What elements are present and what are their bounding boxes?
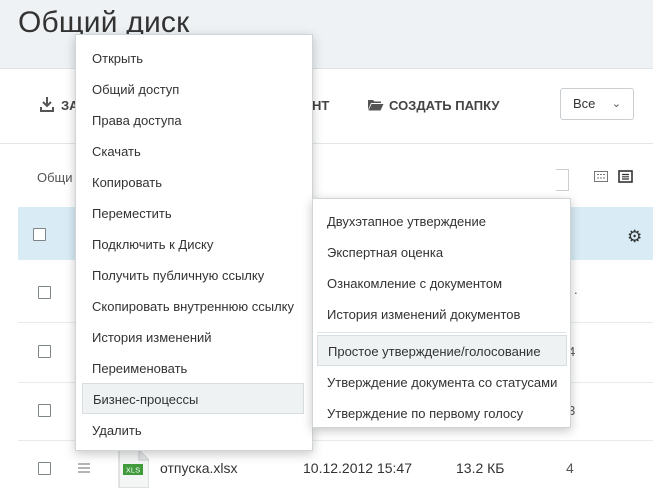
file-name[interactable]: отпуска.xlsx xyxy=(160,460,238,476)
filter-select-value: Все xyxy=(573,96,596,111)
submenu-item-document-review[interactable]: Ознакомление с документом xyxy=(313,268,570,299)
gear-icon[interactable]: ⚙ xyxy=(627,227,642,247)
list-view-icon[interactable] xyxy=(618,170,633,183)
menu-item-label: История изменений xyxy=(92,330,212,345)
submenu-item-label: Экспертная оценка xyxy=(327,245,444,260)
submenu-divider xyxy=(317,332,566,333)
business-process-submenu: Двухэтапное утверждение Экспертная оценк… xyxy=(312,198,571,428)
row-checkbox[interactable] xyxy=(38,345,51,358)
submenu-item-label: Утверждение по первому голосу xyxy=(327,406,524,421)
menu-item-rename[interactable]: Переименовать xyxy=(76,353,312,384)
menu-item-delete[interactable]: Удалить xyxy=(76,415,312,446)
menu-item-share[interactable]: Общий доступ xyxy=(76,74,312,105)
submenu-item-status-approval[interactable]: Утверждение документа со статусами xyxy=(313,367,570,398)
submenu-item-two-stage-approval[interactable]: Двухэтапное утверждение xyxy=(313,206,570,237)
menu-item-label: Общий доступ xyxy=(92,82,180,97)
menu-item-label: Подключить к Диску xyxy=(92,237,214,252)
submenu-item-label: Утверждение документа со статусами xyxy=(327,375,558,390)
menu-item-label: Скопировать внутреннюю ссылку xyxy=(92,299,294,314)
menu-item-label: Удалить xyxy=(92,423,142,438)
drag-handle-icon[interactable] xyxy=(77,463,91,473)
create-folder-button[interactable]: СОЗДАТЬ ПАПКУ xyxy=(389,98,499,113)
menu-item-download[interactable]: Скачать xyxy=(76,136,312,167)
submenu-item-label: Двухэтапное утверждение xyxy=(327,214,486,229)
menu-item-label: Копировать xyxy=(92,175,162,190)
submenu-item-simple-approval[interactable]: Простое утверждение/голосование xyxy=(317,335,567,366)
file-date: 10.12.2012 15:47 xyxy=(303,460,412,476)
menu-item-connect-to-disk[interactable]: Подключить к Диску xyxy=(76,229,312,260)
menu-item-label: Открыть xyxy=(92,51,144,66)
select-all-checkbox[interactable] xyxy=(33,228,46,241)
context-menu: Открыть Общий доступ Права доступа Скача… xyxy=(75,34,313,451)
menu-item-public-link[interactable]: Получить публичную ссылку xyxy=(76,260,312,291)
menu-item-permissions[interactable]: Права доступа xyxy=(76,105,312,136)
menu-item-label: Бизнес-процессы xyxy=(93,392,199,407)
create-document-button[interactable]: НТ xyxy=(312,98,329,113)
submenu-item-label: История изменений документов xyxy=(327,307,521,322)
menu-item-move[interactable]: Переместить xyxy=(76,198,312,229)
menu-item-history[interactable]: История изменений xyxy=(76,322,312,353)
menu-item-label: Права доступа xyxy=(92,113,182,128)
xls-badge-text: XLS xyxy=(126,466,140,475)
menu-item-label: Скачать xyxy=(92,144,141,159)
filter-select[interactable]: Все ⌄ xyxy=(560,88,634,120)
file-size: 13.2 КБ xyxy=(456,460,505,476)
row-checkbox[interactable] xyxy=(38,404,51,417)
menu-item-open[interactable]: Открыть xyxy=(76,43,312,74)
upload-icon[interactable] xyxy=(40,96,54,112)
menu-item-label: Переместить xyxy=(92,206,172,221)
xls-file-icon[interactable]: XLS xyxy=(117,450,149,488)
submenu-item-first-vote-approval[interactable]: Утверждение по первому голосу xyxy=(313,398,570,429)
submenu-item-expert-review[interactable]: Экспертная оценка xyxy=(313,237,570,268)
submenu-item-label: Ознакомление с документом xyxy=(327,276,503,291)
menu-item-copy[interactable]: Копировать xyxy=(76,167,312,198)
breadcrumb[interactable]: Общи xyxy=(37,170,73,185)
menu-item-business-processes[interactable]: Бизнес-процессы xyxy=(82,383,304,414)
row-checkbox[interactable] xyxy=(38,462,51,475)
menu-item-internal-link[interactable]: Скопировать внутреннюю ссылку xyxy=(76,291,312,322)
chevron-down-icon: ⌄ xyxy=(611,98,621,110)
tile-view-icon[interactable] xyxy=(594,171,608,182)
submenu-item-label: Простое утверждение/голосование xyxy=(328,344,541,359)
row-tail-text: . xyxy=(574,282,578,297)
folder-icon[interactable] xyxy=(367,98,384,111)
submenu-item-document-history[interactable]: История изменений документов xyxy=(313,299,570,330)
search-input[interactable] xyxy=(556,169,569,191)
row-checkbox[interactable] xyxy=(38,286,51,299)
menu-item-label: Переименовать xyxy=(92,361,188,376)
row-tail-text: 4 xyxy=(566,460,574,476)
menu-item-label: Получить публичную ссылку xyxy=(92,268,265,283)
